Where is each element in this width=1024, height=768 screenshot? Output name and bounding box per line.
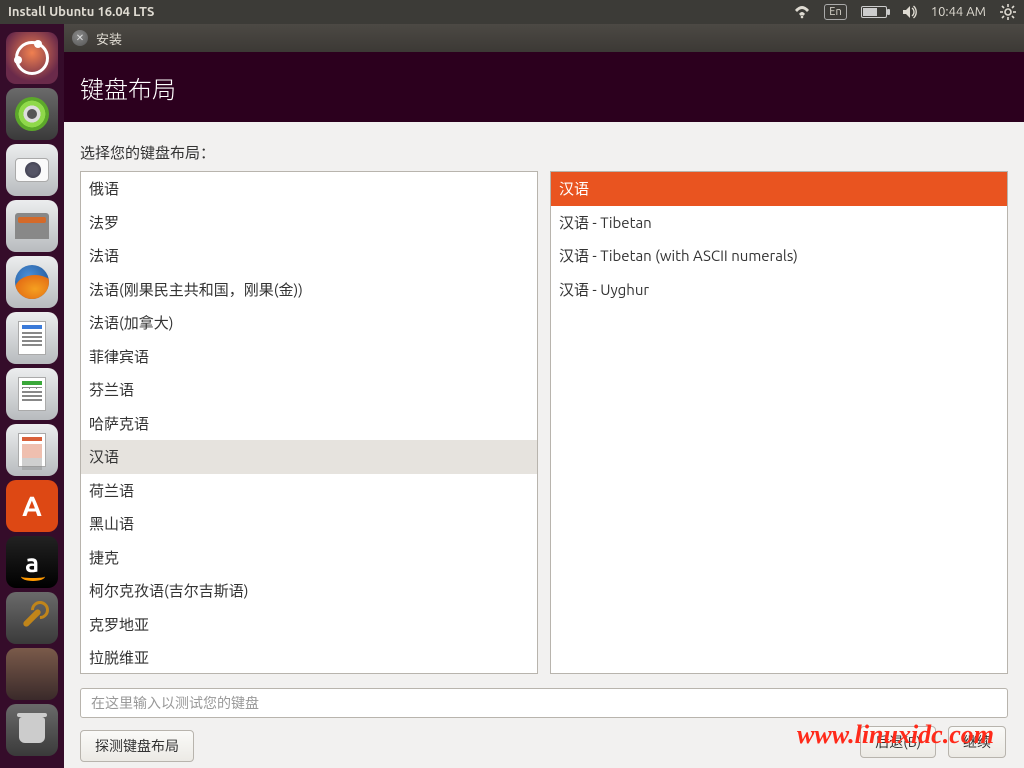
settings-app[interactable] (6, 592, 58, 644)
layout-option[interactable]: 芬兰语 (81, 373, 537, 407)
writer-app[interactable] (6, 312, 58, 364)
layout-option[interactable]: 法语(刚果民主共和国，刚果(金)) (81, 273, 537, 307)
variant-option[interactable]: 汉语 - Tibetan (551, 206, 1007, 240)
installer-media[interactable] (6, 648, 58, 700)
detect-layout-button[interactable]: 探测键盘布局 (80, 730, 194, 762)
close-icon[interactable]: ✕ (72, 30, 88, 46)
layout-option[interactable]: 拉脱维亚 (81, 641, 537, 674)
firefox-app[interactable] (6, 256, 58, 308)
layout-option[interactable]: 法语(加拿大) (81, 306, 537, 340)
layout-option[interactable]: 黑山语 (81, 507, 537, 541)
menubar-title: Install Ubuntu 16.04 LTS (8, 5, 154, 19)
battery-icon[interactable] (861, 6, 887, 18)
layout-option[interactable]: 法语 (81, 239, 537, 273)
body-area: 选择您的键盘布局： 俄语法罗法语法语(刚果民主共和国，刚果(金))法语(加拿大)… (64, 122, 1024, 768)
wizard-footer: 后退(B) 继续 (860, 726, 1006, 758)
layout-option[interactable]: 俄语 (81, 172, 537, 206)
volume-icon[interactable] (901, 4, 917, 20)
ubuntu-dash[interactable] (6, 32, 58, 84)
variant-option[interactable]: 汉语 - Tibetan (with ASCII numerals) (551, 239, 1007, 273)
software-center[interactable]: A (6, 480, 58, 532)
variant-option[interactable]: 汉语 - Uyghur (551, 273, 1007, 307)
continue-button[interactable]: 继续 (948, 726, 1006, 758)
amazon-app[interactable]: a (6, 536, 58, 588)
back-button[interactable]: 后退(B) (860, 726, 936, 758)
wifi-icon[interactable] (794, 4, 810, 20)
layout-option[interactable]: 柯尔克孜语(吉尔吉斯语) (81, 574, 537, 608)
layout-option[interactable]: 克罗地亚 (81, 608, 537, 642)
installer-running[interactable] (6, 88, 58, 140)
prompt-label: 选择您的键盘布局： (80, 142, 1008, 163)
window-titlebar[interactable]: ✕ 安装 (64, 24, 1024, 52)
keyboard-test-input[interactable] (80, 688, 1008, 718)
keyboard-variant-list[interactable]: 汉语汉语 - Tibetan汉语 - Tibetan (with ASCII n… (550, 171, 1008, 674)
page-heading: 键盘布局 (64, 52, 1024, 122)
variant-option[interactable]: 汉语 (551, 172, 1007, 206)
layout-option[interactable]: 法罗 (81, 206, 537, 240)
installer-window: ✕ 安装 键盘布局 选择您的键盘布局： 俄语法罗法语法语(刚果民主共和国，刚果(… (64, 24, 1024, 768)
layout-option[interactable]: 菲律宾语 (81, 340, 537, 374)
layout-option[interactable]: 捷克 (81, 541, 537, 575)
keyboard-layout-list[interactable]: 俄语法罗法语法语(刚果民主共和国，刚果(金))法语(加拿大)菲律宾语芬兰语哈萨克… (80, 171, 538, 674)
keyboard-indicator[interactable]: En (824, 4, 846, 20)
files-app[interactable] (6, 200, 58, 252)
menubar-indicators: En 10:44 AM (794, 4, 1016, 20)
layout-option[interactable]: 汉语 (81, 440, 537, 474)
calc-app[interactable] (6, 368, 58, 420)
top-menubar: Install Ubuntu 16.04 LTS En 10:44 AM (0, 0, 1024, 24)
camera-app[interactable] (6, 144, 58, 196)
unity-launcher: Aa (0, 24, 64, 768)
gear-icon[interactable] (1000, 4, 1016, 20)
window-title: 安装 (96, 29, 122, 48)
trash[interactable] (6, 704, 58, 756)
layout-option[interactable]: 哈萨克语 (81, 407, 537, 441)
layout-option[interactable]: 荷兰语 (81, 474, 537, 508)
clock[interactable]: 10:44 AM (931, 5, 986, 19)
impress-app[interactable] (6, 424, 58, 476)
